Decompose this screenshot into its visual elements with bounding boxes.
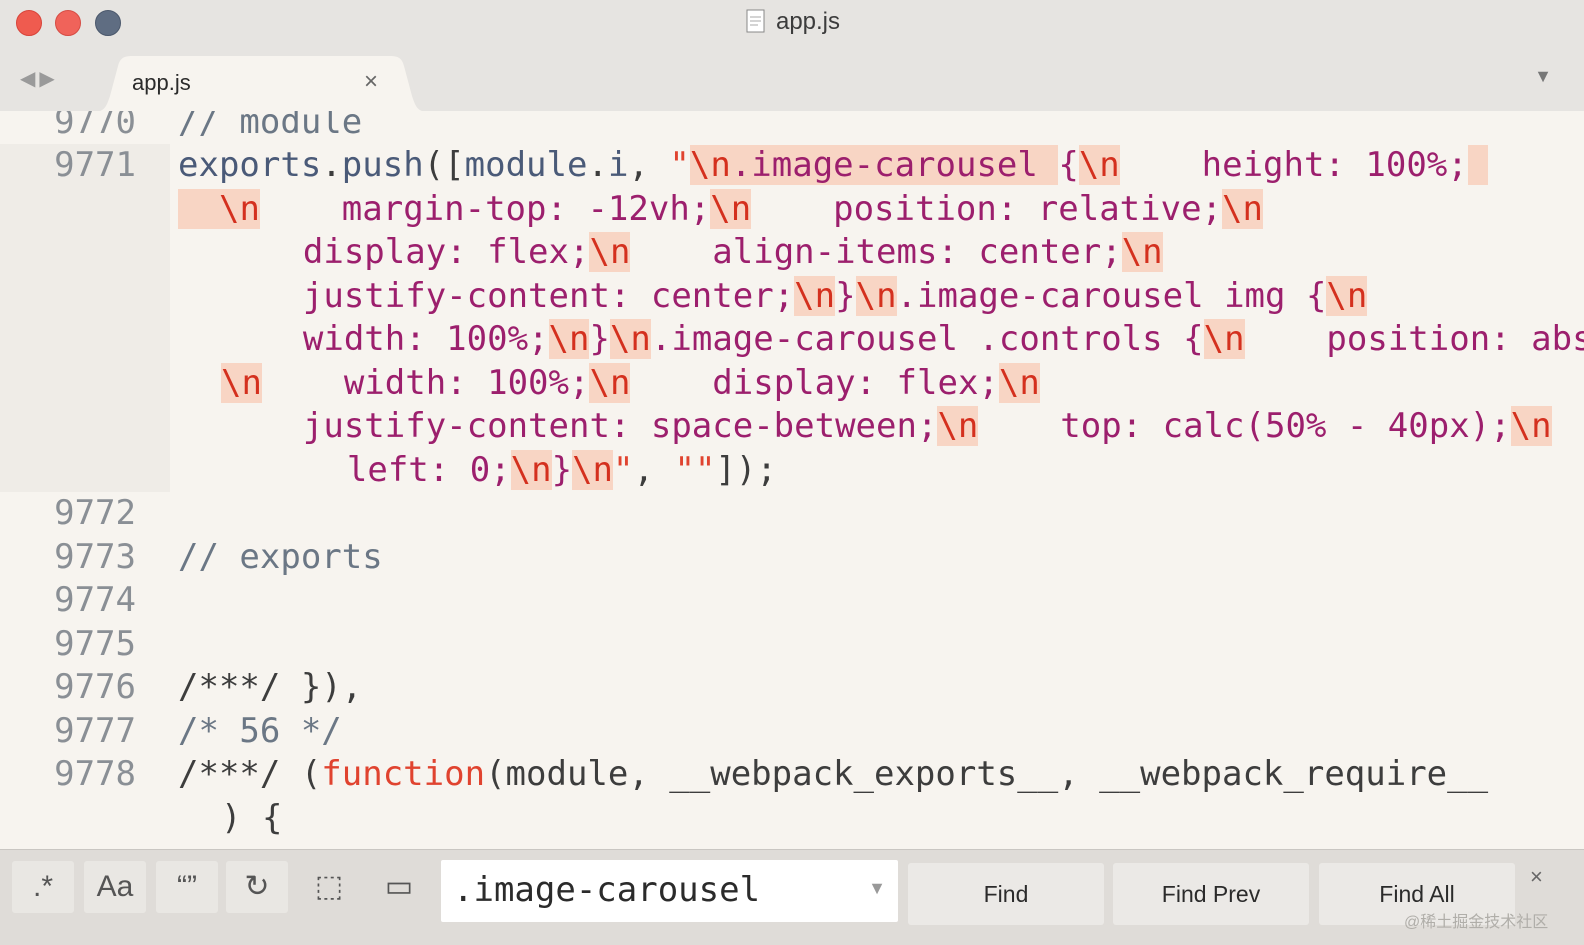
tab-bar: ◀▶ app.js × ▼: [0, 46, 1584, 112]
window-title: app.js: [0, 8, 1584, 36]
code-line: // exports: [178, 536, 383, 577]
code-line-wrap: justify-content: space-between;\n top: c…: [221, 406, 1552, 446]
line-number: 9777: [54, 710, 136, 751]
window-title-text: app.js: [775, 8, 841, 35]
line-number: 9770: [54, 111, 136, 142]
wrap-toggle-button[interactable]: ↻: [226, 861, 288, 913]
find-input[interactable]: .image-carousel ▼: [441, 860, 898, 922]
line-number: 9772: [54, 493, 136, 533]
current-line-gutter: [0, 144, 170, 492]
line-number: 9773: [54, 536, 136, 577]
code-editor[interactable]: 9770 // module 9771 exports.push([module…: [0, 111, 1584, 849]
code-line-wrap: width: 100%;\n}\n.image-carousel .contro…: [221, 319, 1584, 359]
title-bar: app.js: [0, 0, 1584, 46]
regex-toggle-button[interactable]: .*: [12, 861, 74, 913]
tab-dropdown-icon[interactable]: ▼: [1534, 66, 1552, 87]
in-selection-toggle-button[interactable]: ⬚: [298, 861, 360, 913]
history-dropdown-icon[interactable]: ▼: [868, 878, 886, 899]
close-find-panel-icon[interactable]: ×: [1530, 864, 1543, 890]
code-line: exports.push([module.i, "\n.image-carous…: [178, 144, 1489, 188]
line-number: 9778: [54, 754, 136, 794]
code-line-wrap: \n margin-top: -12vh;\n position: relati…: [178, 188, 1263, 232]
code-line: /***/ }),: [178, 667, 363, 707]
code-line-wrap: left: 0;\n}\n", ""]);: [265, 449, 777, 490]
find-prev-button[interactable]: Find Prev: [1113, 863, 1309, 925]
line-number: 9771: [54, 145, 136, 185]
line-number: 9776: [54, 667, 136, 707]
code-line: // module: [178, 111, 363, 142]
code-line-wrap: \n width: 100%;\n display: flex;\n: [221, 362, 1040, 403]
tab-label: app.js: [132, 70, 191, 95]
code-line: /* 56 */: [178, 710, 342, 751]
tab-nav-arrows[interactable]: ◀▶: [20, 66, 59, 91]
line-number: 9774: [54, 580, 136, 620]
code-line-wrap: ) {: [221, 797, 283, 838]
find-button[interactable]: Find: [908, 863, 1104, 925]
tab-app-js[interactable]: app.js ×: [92, 56, 430, 112]
find-query[interactable]: .image-carousel: [453, 870, 760, 910]
line-number: 9775: [54, 623, 136, 664]
find-panel: .* Aa “” ↻ ⬚ ▭ .image-carousel ▼ Find Fi…: [0, 849, 1584, 945]
whole-word-toggle-button[interactable]: “”: [156, 861, 218, 913]
watermark: @稀土掘金技术社区: [1404, 914, 1549, 931]
document-icon: [744, 8, 768, 34]
highlight-matches-toggle-button[interactable]: ▭: [368, 861, 430, 913]
tab-close-icon[interactable]: ×: [364, 68, 378, 96]
code-line-wrap: justify-content: center;\n}\n.image-caro…: [221, 275, 1368, 316]
code-line: /***/ (function(module, __webpack_export…: [178, 754, 1489, 794]
arrow-right-icon[interactable]: ▶: [39, 68, 58, 90]
arrow-left-icon[interactable]: ◀: [20, 68, 39, 90]
case-sensitive-toggle-button[interactable]: Aa: [84, 861, 146, 913]
code-line-wrap: display: flex;\n align-items: center;\n: [221, 232, 1163, 272]
